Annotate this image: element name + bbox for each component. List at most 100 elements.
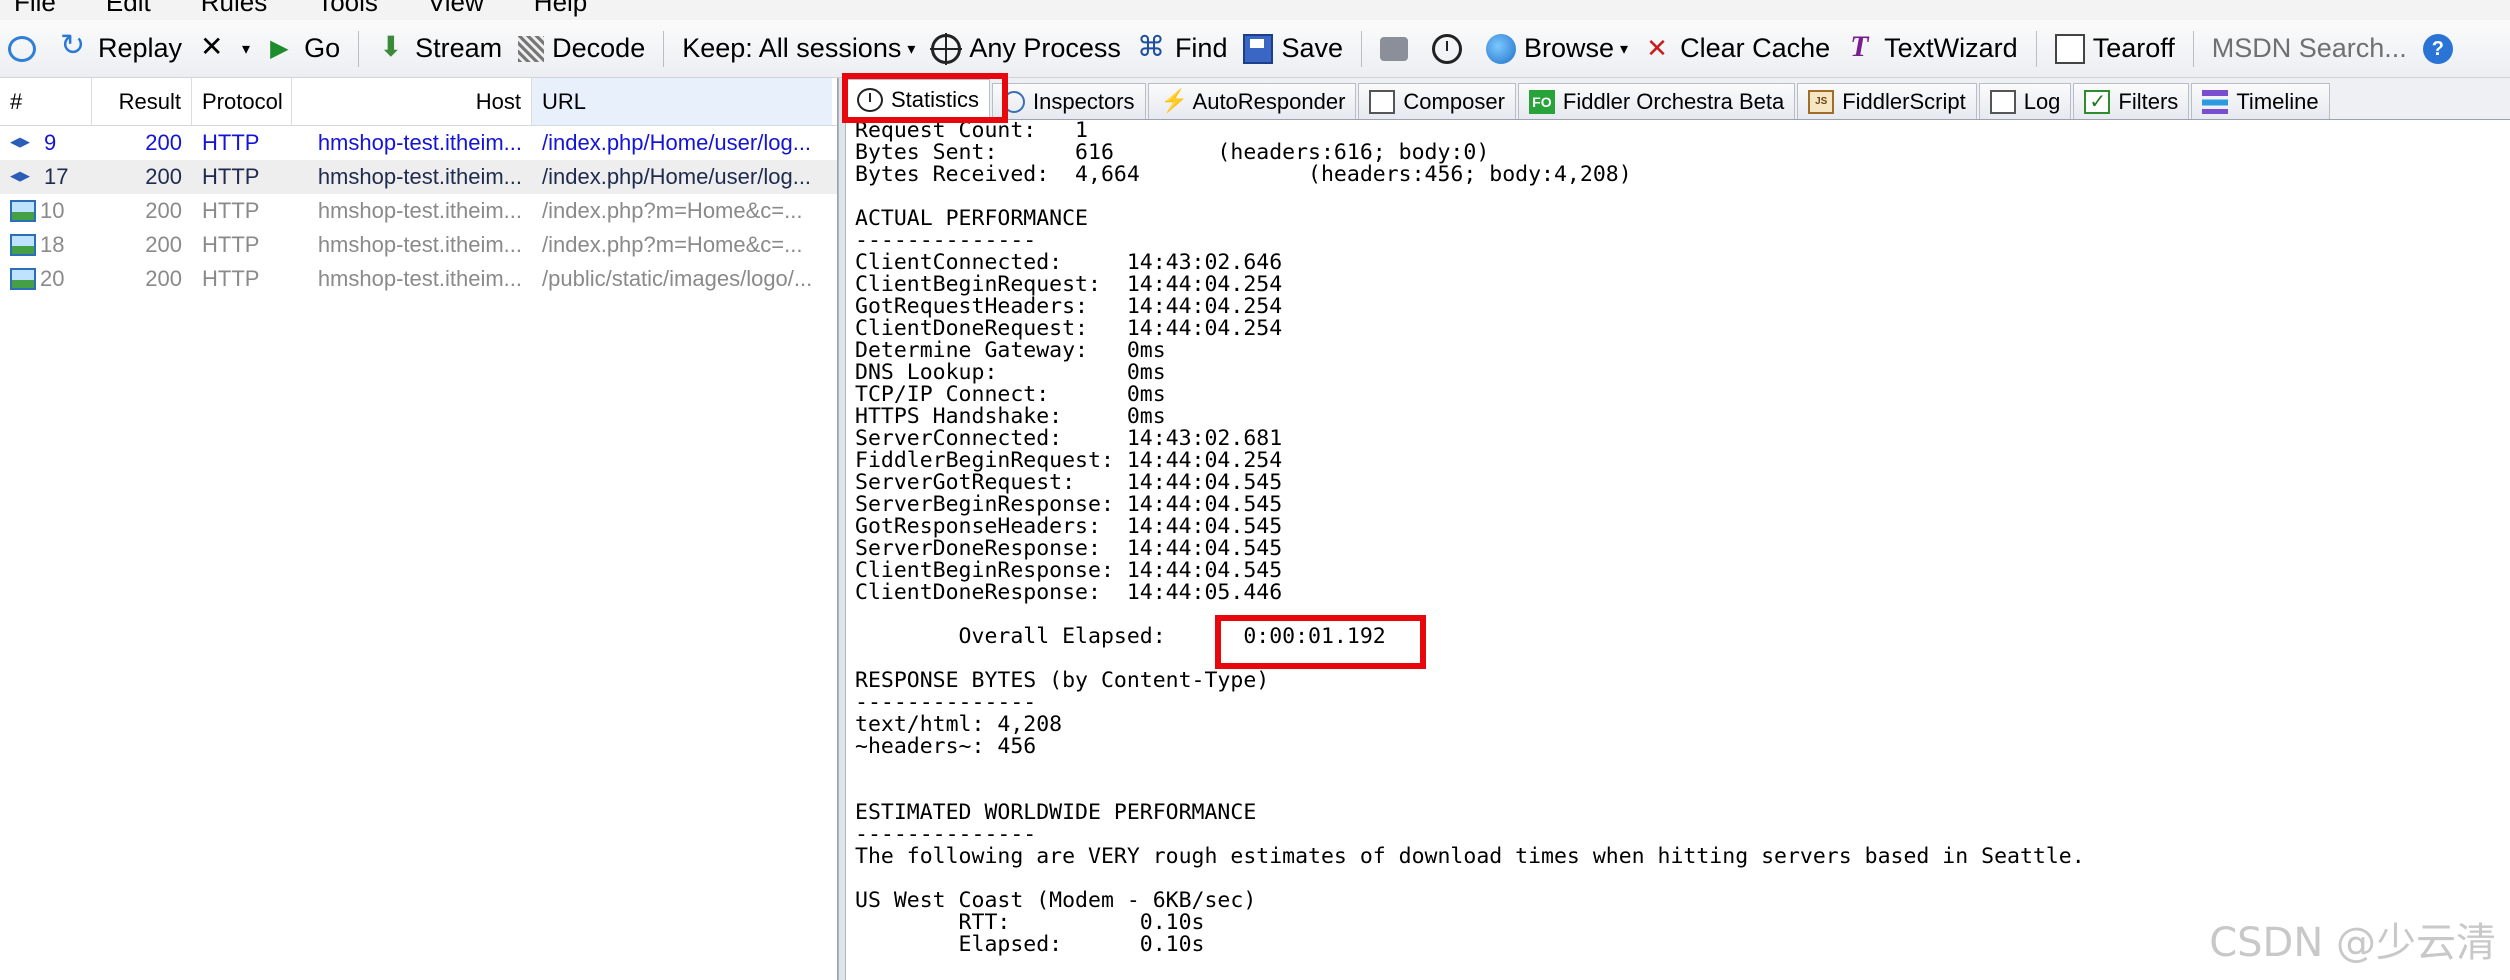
tearoff-button[interactable]: Tearoff — [2047, 20, 2183, 77]
msdn-search-input[interactable]: MSDN Search... — [2204, 20, 2415, 77]
camera-icon — [1380, 36, 1409, 61]
timeline-icon — [2202, 89, 2229, 114]
binoculars-icon — [1137, 30, 1167, 64]
session-number-cell: 17 — [0, 160, 92, 194]
session-list: # Result Protocol Host URL 9 200 HTTP hm… — [0, 78, 838, 980]
menu-file[interactable]: File — [14, 0, 56, 18]
remove-button[interactable]: ▾ — [190, 20, 258, 77]
keep-sessions-dropdown[interactable]: Keep: All sessions ▾ — [674, 20, 923, 77]
timer-button[interactable] — [1424, 20, 1478, 77]
request-arrows-icon — [10, 166, 40, 188]
table-row[interactable]: 20 200 HTTP hmshop-test.itheim... /publi… — [0, 262, 837, 296]
checkbox-icon — [2084, 89, 2111, 114]
statistics-top: Request Count: 1 Bytes Sent: 616 (header… — [855, 120, 1632, 605]
session-result: 200 — [145, 198, 182, 223]
watermark: CSDN @少云清 — [2209, 920, 2496, 966]
tab-log[interactable]: Log — [1978, 83, 2072, 119]
session-protocol: HTTP — [202, 266, 260, 291]
textwizard-button[interactable]: TextWizard — [1838, 20, 2026, 77]
table-row[interactable]: 9 200 HTTP hmshop-test.itheim... /index.… — [0, 126, 837, 160]
session-number-cell: 20 — [0, 262, 92, 296]
decode-button[interactable]: Decode — [510, 20, 653, 77]
decode-label: Decode — [552, 33, 646, 63]
session-number: 9 — [44, 130, 57, 155]
help-icon: ? — [2422, 33, 2453, 64]
tab-composer-label: Composer — [1403, 88, 1505, 114]
script-icon: JS — [1808, 89, 1835, 114]
toolbar-divider — [1361, 30, 1363, 67]
stopwatch-icon — [1432, 33, 1463, 64]
log-icon — [1989, 89, 2016, 114]
table-row[interactable]: 18 200 HTTP hmshop-test.itheim... /index… — [0, 228, 837, 262]
comment-button[interactable] — [0, 20, 52, 77]
tab-autoresponder[interactable]: AutoResponder — [1147, 83, 1357, 119]
inspector-tabs: Statistics Inspectors AutoResponder Comp… — [846, 78, 2510, 120]
toolbar-divider — [663, 30, 665, 67]
decode-icon — [518, 35, 545, 62]
session-number: 20 — [40, 266, 65, 291]
stream-icon — [377, 30, 407, 64]
column-header-url[interactable]: URL — [532, 78, 832, 125]
session-url: /index.php?m=Home&c=... — [542, 232, 803, 257]
image-icon — [10, 234, 36, 256]
tab-timeline-label: Timeline — [2236, 88, 2319, 114]
replay-button[interactable]: Replay — [52, 20, 190, 77]
go-label: Go — [304, 33, 341, 63]
session-protocol: HTTP — [202, 198, 260, 223]
chevron-down-icon: ▾ — [907, 40, 916, 58]
go-button[interactable]: Go — [258, 20, 348, 77]
msdn-search-placeholder: MSDN Search... — [2211, 33, 2407, 63]
column-header-number[interactable]: # — [0, 78, 92, 125]
session-number-cell: 10 — [0, 194, 92, 228]
session-url: /index.php/Home/user/log... — [542, 130, 812, 155]
column-header-result[interactable]: Result — [92, 78, 192, 125]
menu-bar: File Edit Rules Tools View Help — [0, 0, 2510, 20]
remove-x-icon — [198, 30, 228, 64]
menu-tools[interactable]: Tools — [317, 0, 378, 18]
toolbar-divider — [2192, 30, 2194, 67]
image-icon — [10, 200, 36, 222]
session-number-cell: 9 — [0, 126, 92, 160]
column-header-protocol[interactable]: Protocol — [192, 78, 292, 125]
tab-fiddlerscript[interactable]: JS FiddlerScript — [1797, 83, 1977, 119]
floppy-disk-icon — [1243, 33, 1274, 64]
help-button[interactable]: ? — [2415, 20, 2469, 77]
table-row[interactable]: 10 200 HTTP hmshop-test.itheim... /index… — [0, 194, 837, 228]
menu-edit[interactable]: Edit — [106, 0, 151, 18]
find-label: Find — [1174, 33, 1228, 63]
session-host: hmshop-test.itheim... — [317, 130, 522, 155]
browse-button[interactable]: Browse ▾ — [1478, 20, 1636, 77]
save-button[interactable]: Save — [1235, 20, 1351, 77]
clear-cache-button[interactable]: Clear Cache — [1636, 20, 1838, 77]
menu-view[interactable]: View — [428, 0, 484, 18]
menu-rules[interactable]: Rules — [201, 0, 267, 18]
tab-fiddler-orchestra[interactable]: FO Fiddler Orchestra Beta — [1517, 83, 1796, 119]
clear-cache-label: Clear Cache — [1680, 33, 1831, 63]
table-row[interactable]: 17 200 HTTP hmshop-test.itheim... /index… — [0, 160, 837, 194]
tearoff-label: Tearoff — [2092, 33, 2175, 63]
chevron-down-icon: ▾ — [1620, 40, 1629, 58]
tab-filters[interactable]: Filters — [2073, 83, 2190, 119]
globe-icon — [1486, 33, 1517, 64]
session-host: hmshop-test.itheim... — [317, 198, 522, 223]
session-url: /index.php/Home/user/log... — [542, 164, 812, 189]
request-arrows-icon — [10, 132, 40, 154]
any-process-button[interactable]: Any Process — [923, 20, 1129, 77]
highlight-box-overall-elapsed — [1215, 615, 1426, 669]
tab-timeline[interactable]: Timeline — [2191, 83, 2330, 119]
any-process-label: Any Process — [969, 33, 1121, 63]
tab-log-label: Log — [2023, 88, 2061, 114]
tab-inspectors[interactable]: Inspectors — [992, 83, 1146, 119]
chevron-down-icon: ▾ — [242, 40, 251, 58]
stream-button[interactable]: Stream — [369, 20, 510, 77]
statistics-text: Request Count: 1 Bytes Sent: 616 (header… — [855, 120, 2085, 956]
tab-inspectors-label: Inspectors — [1033, 88, 1135, 114]
column-header-host[interactable]: Host — [292, 78, 532, 125]
pane-splitter[interactable] — [838, 78, 846, 980]
tab-composer[interactable]: Composer — [1358, 83, 1516, 119]
find-button[interactable]: Find — [1129, 20, 1236, 77]
statistics-panel[interactable]: Request Count: 1 Bytes Sent: 616 (header… — [846, 120, 2510, 980]
highlight-box-statistics-tab — [842, 73, 1008, 123]
menu-help[interactable]: Help — [534, 0, 587, 18]
screenshot-button[interactable] — [1372, 20, 1424, 77]
